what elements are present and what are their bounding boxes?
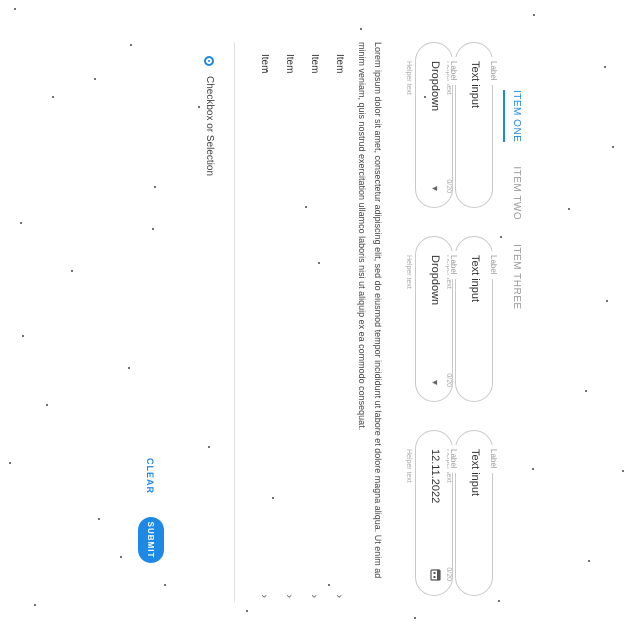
list-item-label: Item xyxy=(334,54,345,74)
chevron-right-icon: › xyxy=(308,594,320,598)
selection-label: Checkbox or Selection xyxy=(204,76,215,177)
tab-item-one[interactable]: ITEM ONE xyxy=(503,90,522,143)
field-label: Label xyxy=(489,445,498,473)
text-input-3[interactable]: Label Text input Helper text 0/20 xyxy=(445,430,498,596)
list-item[interactable]: Item › xyxy=(321,54,345,602)
field-value: Text input xyxy=(469,255,481,303)
field-value: Dropdown xyxy=(429,61,441,112)
radio-selected-icon[interactable] xyxy=(204,56,215,66)
body-paragraph: Lorem ipsum dolor sit amet, consectetur … xyxy=(357,42,383,579)
field-helper: Helper text xyxy=(405,61,412,95)
list-item[interactable]: Item › xyxy=(296,54,320,602)
chevron-right-icon: › xyxy=(283,594,295,598)
field-value: Dropdown xyxy=(429,255,441,306)
rotated-form-page: ITEM ONE ITEM TWO ITEM THREE Label Text … xyxy=(0,0,640,640)
tab-item-three[interactable]: ITEM THREE xyxy=(503,244,522,309)
calendar-icon[interactable] xyxy=(430,569,442,581)
field-label: Label xyxy=(489,251,498,279)
chevron-right-icon: › xyxy=(333,594,345,598)
list-item-label: Item xyxy=(259,54,270,74)
list-item-label: Item xyxy=(284,54,295,74)
selection-row[interactable]: Checkbox or Selection xyxy=(204,56,215,176)
list-item-label: Item xyxy=(309,54,320,74)
clear-button[interactable]: CLEAR xyxy=(145,458,155,494)
field-value: Text input xyxy=(469,61,481,109)
tab-item-two[interactable]: ITEM TWO xyxy=(503,166,522,220)
caret-down-icon: ▾ xyxy=(429,185,440,191)
date-input[interactable]: Label 12.11.2022 Helper text xyxy=(405,430,458,596)
field-helper: Helper text xyxy=(405,255,412,289)
field-label: Label xyxy=(449,445,458,473)
chevron-right-icon: › xyxy=(258,594,270,598)
text-input-1[interactable]: Label Text input Helper text 0/20 xyxy=(445,42,498,208)
submit-button[interactable]: SUBMIT xyxy=(138,517,164,563)
caret-down-icon: ▾ xyxy=(429,379,440,385)
field-value: 12.11.2022 xyxy=(429,449,441,504)
list-item[interactable]: Item › xyxy=(271,54,295,602)
text-input-2[interactable]: Label Text input Helper text 0/20 xyxy=(445,236,498,402)
dropdown-2[interactable]: Label Dropdown Helper text ▾ xyxy=(405,236,458,402)
divider xyxy=(234,42,235,602)
dropdown-1[interactable]: Label Dropdown Helper text ▾ xyxy=(405,42,458,208)
field-value: Text input xyxy=(469,449,481,497)
field-label: Label xyxy=(489,57,498,85)
tab-bar: ITEM ONE ITEM TWO ITEM THREE xyxy=(503,90,522,310)
field-label: Label xyxy=(449,57,458,85)
list-item[interactable]: Item › xyxy=(246,54,270,602)
field-helper: Helper text xyxy=(405,449,412,483)
field-label: Label xyxy=(449,251,458,279)
